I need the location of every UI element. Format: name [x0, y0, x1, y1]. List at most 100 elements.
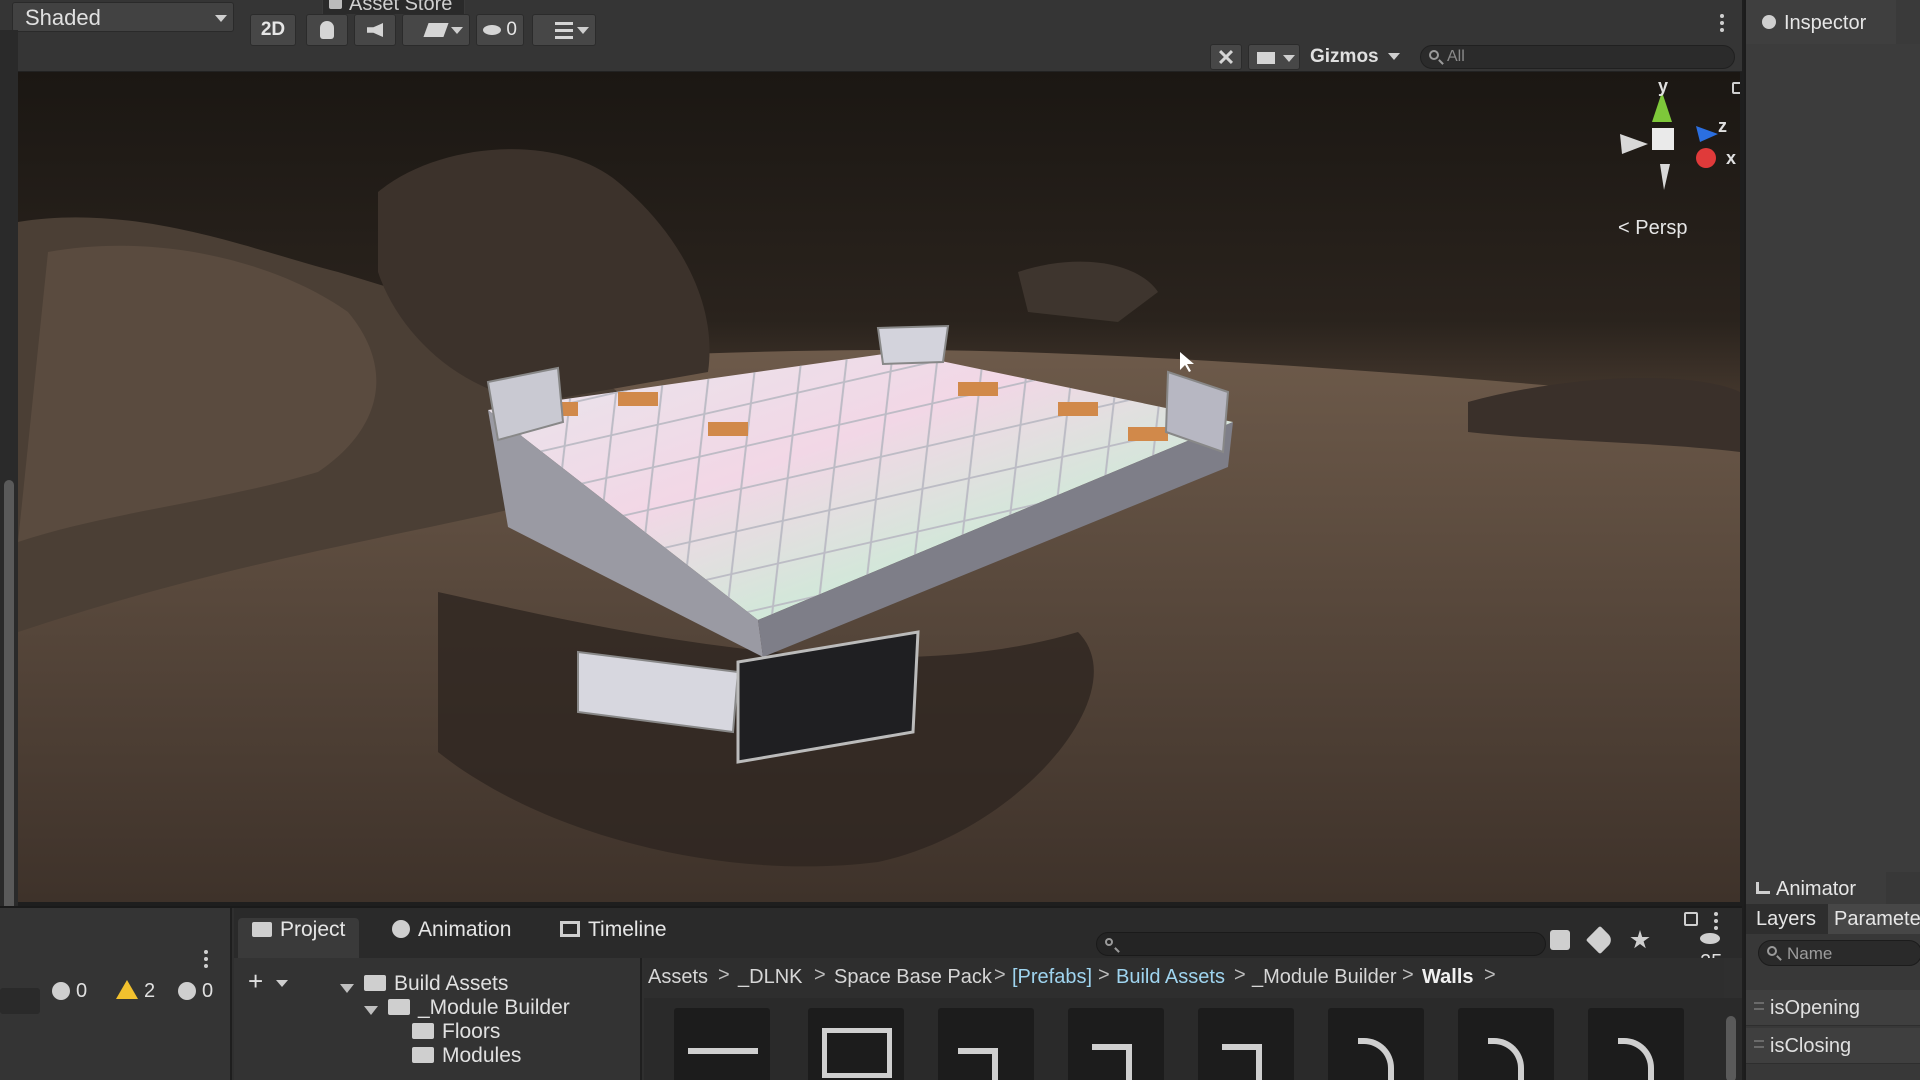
tab-animator[interactable]: Animator [1746, 872, 1886, 904]
shading-mode-dropdown[interactable]: Shaded [12, 2, 234, 32]
scene-search-input[interactable]: All [1420, 45, 1735, 69]
breadcrumb-item[interactable]: _DLNK [738, 966, 802, 989]
tab-project[interactable]: Project [238, 918, 360, 958]
chevron-right-icon: > [1234, 964, 1246, 986]
error-count-toggle[interactable]: 0 [178, 980, 213, 1006]
chevron-down-icon [215, 15, 227, 22]
inspector-body [1746, 44, 1920, 872]
asset-item[interactable] [938, 1008, 1034, 1080]
project-search-input[interactable] [1096, 932, 1546, 956]
lock-icon[interactable] [1684, 912, 1698, 926]
parameter-row[interactable]: isOpening [1746, 990, 1920, 1026]
breadcrumb-item[interactable]: Space Base Pack [834, 966, 992, 989]
chevron-down-icon [451, 27, 463, 34]
asset-grid-scrollbar[interactable] [1720, 998, 1742, 1080]
plus-icon[interactable]: + [248, 966, 263, 997]
camera-dropdown-button[interactable] [1248, 44, 1300, 70]
tree-item-build-assets[interactable]: Build Assets [364, 972, 508, 996]
tree-item-module-builder[interactable]: _Module Builder [388, 996, 570, 1020]
tab-inspector[interactable]: Inspector [1746, 0, 1896, 44]
console-summary: 0 2 0 [0, 908, 232, 1080]
lightbulb-icon [320, 21, 334, 39]
breadcrumb-item[interactable]: Build Assets [1116, 966, 1225, 989]
effects-dropdown-button[interactable] [402, 14, 470, 46]
folder-icon [412, 1047, 434, 1063]
tab-timeline[interactable]: Timeline [560, 918, 667, 958]
scene-viewport[interactable]: y z x < Persp [18, 72, 1740, 902]
lock-icon[interactable] [1732, 82, 1740, 94]
tab-animation[interactable]: Animation [392, 918, 511, 958]
chevron-down-icon [577, 27, 589, 34]
clock-icon [392, 920, 410, 938]
drag-handle-icon[interactable] [1754, 1040, 1764, 1048]
hidden-objects-toggle[interactable]: 0 [476, 14, 524, 46]
warning-count-toggle[interactable]: 2 [116, 980, 155, 1006]
tools-toggle-button[interactable] [1210, 44, 1242, 70]
scrollbar-thumb[interactable] [1726, 1016, 1736, 1080]
parameter-search-input[interactable]: Name [1758, 940, 1920, 966]
more-options-icon[interactable] [204, 950, 208, 968]
tab-timeline-label: Timeline [588, 918, 667, 941]
audio-toggle-button[interactable] [354, 14, 396, 46]
inspector-title: Inspector [1784, 12, 1867, 34]
crossed-tools-icon [1219, 50, 1233, 64]
chevron-down-icon[interactable] [276, 980, 288, 987]
viewport-scrollbar[interactable] [0, 30, 18, 950]
asset-item[interactable] [1458, 1008, 1554, 1080]
filter-by-type-icon[interactable] [1550, 930, 1570, 950]
tab-asset-store[interactable]: Asset Store [322, 0, 466, 15]
scene-render [18, 149, 1740, 902]
project-folder-tree: + Build Assets _Module Builder Floors Mo… [234, 958, 642, 1080]
tree-item-modules[interactable]: Modules [412, 1044, 521, 1068]
asset-item[interactable] [1588, 1008, 1684, 1080]
breadcrumb-item[interactable]: [Prefabs] [1012, 966, 1092, 989]
chevron-right-icon: > [814, 964, 826, 986]
more-options-icon[interactable] [1720, 14, 1724, 32]
chevron-down-icon[interactable] [1388, 53, 1400, 60]
chevron-left-icon: < [1618, 217, 1630, 239]
chevron-right-icon: > [718, 964, 730, 986]
wall-prefab-icon [1222, 1044, 1262, 1080]
animator-panel: Animator Layers Parameter Name isOpening… [1744, 872, 1920, 1080]
film-icon [560, 921, 580, 937]
console-clear-field[interactable] [0, 988, 40, 1014]
asset-item[interactable] [808, 1008, 904, 1080]
gizmos-button[interactable]: Gizmos [1310, 46, 1379, 68]
parameter-search-placeholder: Name [1787, 944, 1833, 963]
tree-item-floors[interactable]: Floors [412, 1020, 500, 1044]
log-count-toggle[interactable]: 0 [52, 980, 87, 1006]
asset-item[interactable] [1328, 1008, 1424, 1080]
grid-dropdown-button[interactable] [532, 14, 596, 46]
scrollbar-thumb[interactable] [4, 480, 14, 920]
asset-item[interactable] [1198, 1008, 1294, 1080]
parameter-row[interactable]: isClosing [1746, 1028, 1920, 1064]
toggle-2d-button[interactable]: 2D [250, 14, 296, 46]
project-tabs: Project Animation Timeline [234, 908, 1742, 958]
wall-prefab-icon [1488, 1038, 1524, 1080]
expand-arrow-icon[interactable] [340, 984, 354, 993]
drag-handle-icon[interactable] [1754, 1002, 1764, 1010]
orientation-gizmo[interactable]: y z x [1600, 76, 1740, 212]
chevron-right-icon: > [1484, 964, 1496, 986]
scene-toolbar: Shaded 2D 0 Gizmos All [0, 0, 1742, 72]
star-icon[interactable] [1630, 930, 1650, 949]
asset-item[interactable] [1068, 1008, 1164, 1080]
expand-arrow-icon[interactable] [364, 1006, 378, 1015]
breadcrumb-item[interactable]: _Module Builder [1252, 966, 1397, 989]
info-icon [1762, 15, 1776, 29]
breadcrumb-item[interactable]: Assets [648, 966, 708, 989]
tag-icon[interactable] [1585, 925, 1615, 955]
shading-mode-label: Shaded [25, 5, 101, 30]
animator-icon [1756, 882, 1770, 894]
grid-icon [555, 21, 573, 39]
folder-icon [252, 922, 272, 937]
projection-toggle[interactable]: < Persp [1618, 217, 1688, 240]
wall-prefab-icon [1092, 1044, 1132, 1080]
asset-item[interactable] [674, 1008, 770, 1080]
tab-layers[interactable]: Layers [1756, 908, 1816, 931]
tree-item-label: Modules [442, 1044, 522, 1067]
lighting-toggle-button[interactable] [306, 14, 348, 46]
wall-prefab-icon [958, 1048, 998, 1080]
tab-parameters[interactable]: Parameter [1828, 904, 1920, 934]
breadcrumb-item-current[interactable]: Walls [1422, 966, 1474, 989]
